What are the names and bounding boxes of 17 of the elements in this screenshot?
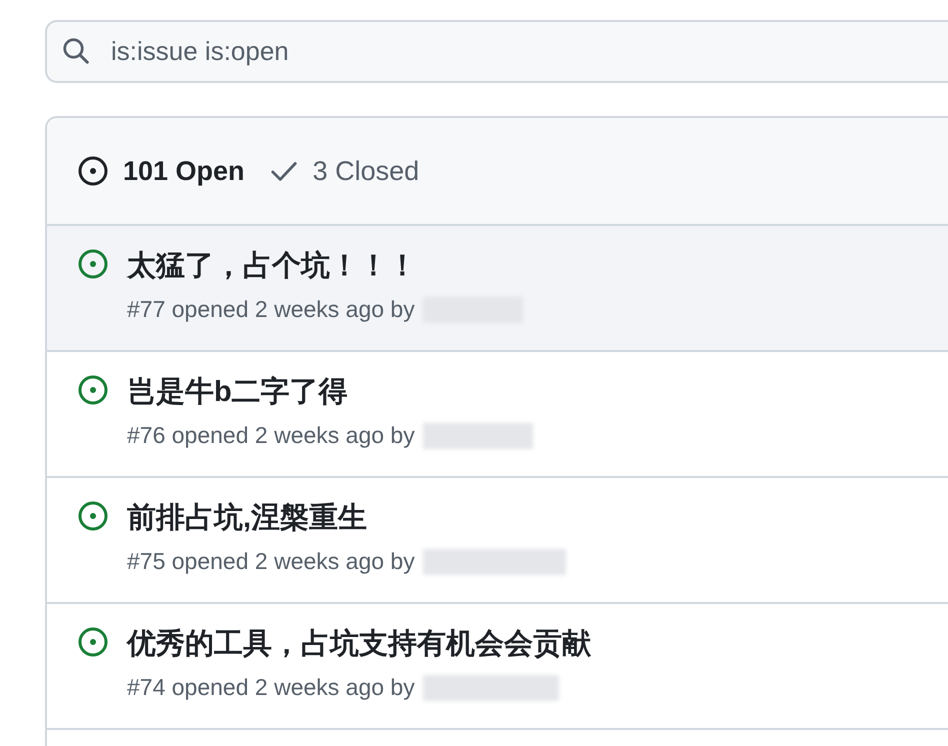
search-field[interactable]: is:issue is:open [45,20,948,83]
issue-open-icon [77,248,109,280]
issue-open-icon [77,500,109,532]
issue-title[interactable]: 优秀的工具，占坑支持有机会会贡献 [127,624,591,664]
issue-title[interactable]: 太猛了，占个坑！！！ [127,246,523,286]
issue-title[interactable]: 前排占坑,涅槃重生 [127,498,566,538]
issue-meta: #76 opened 2 weeks ago by [127,422,415,449]
filter-tab[interactable]: 101 Open [77,155,245,187]
issue-meta: #77 opened 2 weeks ago by [127,296,415,323]
issue-title[interactable]: 岂是牛b二字了得 [127,372,533,412]
filter-tab[interactable]: 3 Closed [268,156,420,186]
issue-meta: #74 opened 2 weeks ago by [127,674,415,701]
issue-open-icon [77,626,109,658]
issue-meta: #75 opened 2 weeks ago by [127,548,415,575]
issue-open-icon [77,374,109,406]
issue-open-icon [77,155,109,187]
issue-row[interactable]: 太猛了，占个坑！！！ #77 opened 2 weeks ago by [47,226,948,352]
